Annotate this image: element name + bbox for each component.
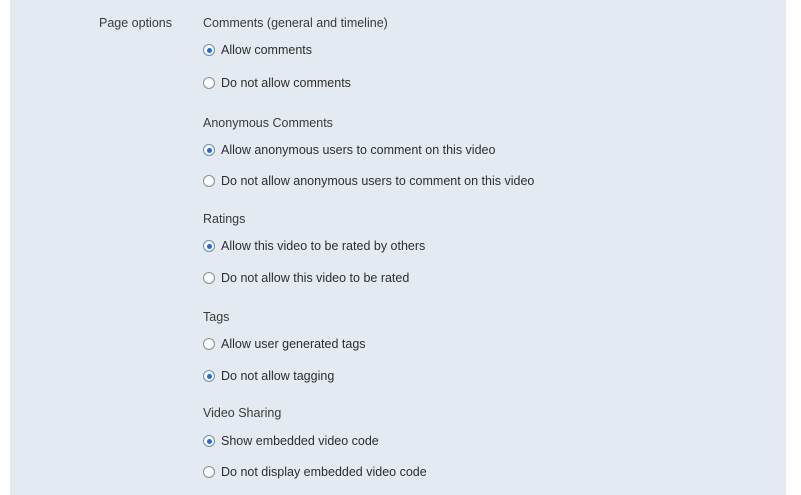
radio-icon[interactable] bbox=[203, 144, 215, 156]
radio-icon[interactable] bbox=[203, 77, 215, 89]
radio-label: Allow this video to be rated by others bbox=[221, 239, 426, 253]
radio-icon[interactable] bbox=[203, 370, 215, 382]
group-title-tags: Tags bbox=[203, 310, 230, 324]
radio-label: Do not allow anonymous users to comment … bbox=[221, 174, 535, 188]
group-title-video-sharing: Video Sharing bbox=[203, 406, 282, 420]
page-options-label: Page options bbox=[99, 16, 172, 30]
radio-selected-dot-icon bbox=[206, 243, 212, 249]
radio-show-embed-code[interactable]: Show embedded video code bbox=[203, 432, 379, 450]
radio-label: Show embedded video code bbox=[221, 434, 379, 448]
radio-label: Allow comments bbox=[221, 43, 312, 57]
radio-allow-user-tags[interactable]: Allow user generated tags bbox=[203, 335, 366, 353]
page-options-panel: Page options Comments (general and timel… bbox=[10, 0, 786, 495]
radio-allow-anonymous-comments[interactable]: Allow anonymous users to comment on this… bbox=[203, 141, 495, 159]
radio-selected-dot-icon bbox=[206, 147, 212, 153]
radio-hide-embed-code[interactable]: Do not display embedded video code bbox=[203, 463, 427, 481]
group-title-ratings: Ratings bbox=[203, 212, 246, 226]
radio-allow-comments[interactable]: Allow comments bbox=[203, 41, 312, 59]
radio-selected-dot-icon bbox=[206, 373, 212, 379]
radio-icon[interactable] bbox=[203, 44, 215, 56]
radio-disallow-tagging[interactable]: Do not allow tagging bbox=[203, 367, 334, 385]
radio-icon[interactable] bbox=[203, 272, 215, 284]
radio-disallow-rating[interactable]: Do not allow this video to be rated bbox=[203, 269, 409, 287]
radio-label: Allow anonymous users to comment on this… bbox=[221, 143, 496, 157]
group-title-anonymous-comments: Anonymous Comments bbox=[203, 116, 333, 130]
radio-disallow-anonymous-comments[interactable]: Do not allow anonymous users to comment … bbox=[203, 172, 534, 190]
radio-disallow-comments[interactable]: Do not allow comments bbox=[203, 74, 351, 92]
radio-selected-dot-icon bbox=[206, 47, 212, 53]
radio-selected-dot-icon bbox=[206, 438, 212, 444]
radio-allow-rating[interactable]: Allow this video to be rated by others bbox=[203, 237, 425, 255]
radio-icon[interactable] bbox=[203, 466, 215, 478]
group-title-comments: Comments (general and timeline) bbox=[203, 16, 388, 30]
radio-icon[interactable] bbox=[203, 240, 215, 252]
radio-icon[interactable] bbox=[203, 435, 215, 447]
radio-label: Do not allow this video to be rated bbox=[221, 271, 410, 285]
radio-icon[interactable] bbox=[203, 338, 215, 350]
radio-label: Allow user generated tags bbox=[221, 337, 366, 351]
radio-label: Do not allow comments bbox=[221, 76, 351, 90]
radio-label: Do not display embedded video code bbox=[221, 465, 427, 479]
radio-label: Do not allow tagging bbox=[221, 369, 335, 383]
radio-icon[interactable] bbox=[203, 175, 215, 187]
